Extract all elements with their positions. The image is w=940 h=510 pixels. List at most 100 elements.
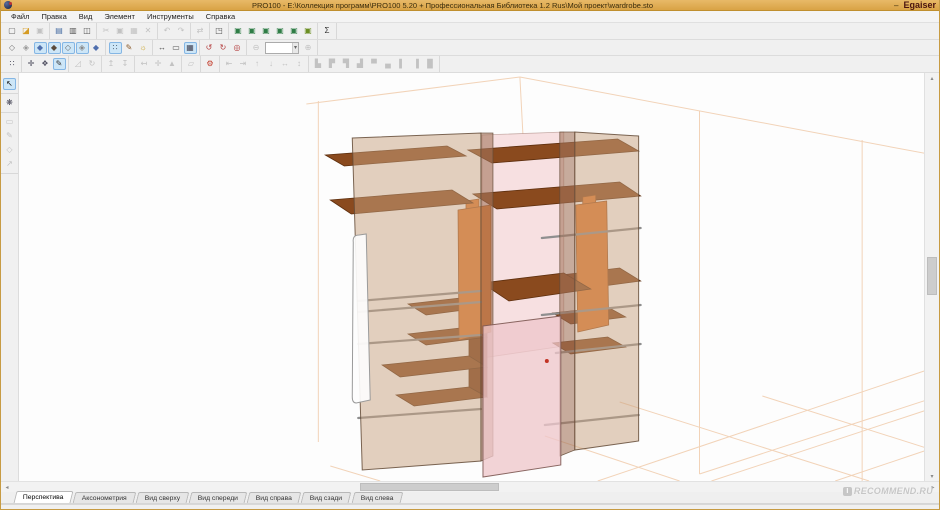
dist-3-button[interactable]: ▜	[340, 58, 353, 70]
tab-front[interactable]: Вид спереди	[189, 492, 248, 503]
minimize-button[interactable]: –	[894, 2, 898, 9]
menu-tools[interactable]: Инструменты	[141, 12, 200, 21]
menu-help[interactable]: Справка	[200, 12, 241, 21]
horizontal-scroll-thumb[interactable]	[360, 483, 499, 491]
dist-8-button[interactable]: ▐	[410, 58, 423, 70]
antialiasing-button[interactable]: ∷	[109, 42, 122, 54]
vertical-scroll-thumb[interactable]	[927, 257, 937, 296]
dist-4-button[interactable]: ▟	[354, 58, 367, 70]
new-file-button[interactable]: ▢	[6, 25, 19, 37]
zoom-out-button[interactable]: ⊖	[250, 42, 263, 54]
center-v-button[interactable]: ↕	[293, 58, 306, 70]
tab-perspective[interactable]: Перспектива	[14, 491, 74, 503]
dist-6-button[interactable]: ▄	[382, 58, 395, 70]
rotate-element-button[interactable]: ↻	[86, 58, 99, 70]
dist-1-button[interactable]: ▙	[312, 58, 325, 70]
scroll-down-arrow-icon[interactable]: ▾	[925, 471, 939, 481]
horizontal-scrollbar[interactable]: ◂ ▸	[1, 481, 939, 492]
view-shelf-button[interactable]: ▣	[260, 25, 273, 37]
zoom-combo[interactable]: ▾	[265, 42, 299, 54]
pin-button[interactable]: ✛	[25, 58, 38, 70]
rotate-left-button[interactable]: ↺	[203, 42, 216, 54]
view-monitor-button[interactable]: ▣	[288, 25, 301, 37]
move-down-button[interactable]: ↧	[119, 58, 132, 70]
tab-right[interactable]: Вид справа	[247, 492, 302, 503]
view-sketch-button[interactable]: ◈	[20, 42, 33, 54]
zoom-in-button[interactable]: ⊕	[302, 42, 315, 54]
view-wide-button[interactable]: ▣	[274, 25, 287, 37]
dist-7-button[interactable]: ▌	[396, 58, 409, 70]
paste-special-button[interactable]: ⇄	[194, 25, 207, 37]
align-bottom-button[interactable]: ↓	[265, 58, 278, 70]
path-tool-button[interactable]: ↗	[3, 158, 16, 170]
redo-button[interactable]: ↷	[175, 25, 188, 37]
menu-view[interactable]: Вид	[73, 12, 99, 21]
view-contours-button[interactable]: ◇	[62, 42, 75, 54]
snap-grid-button[interactable]: ∷	[6, 58, 19, 70]
grid-button[interactable]: ▦	[184, 42, 197, 54]
view-report-button[interactable]: ▣	[302, 25, 315, 37]
print-button[interactable]: ▥	[67, 25, 80, 37]
view-wireframe-button[interactable]: ◇	[6, 42, 19, 54]
move-front-button[interactable]: ▲	[166, 58, 179, 70]
dropdown-arrow-icon[interactable]: ▾	[292, 43, 298, 53]
copy-button[interactable]: ▣	[114, 25, 127, 37]
align-left-button[interactable]: ⇤	[223, 58, 236, 70]
vertical-scrollbar[interactable]: ▴ ▾	[924, 73, 939, 481]
pencil-button[interactable]: ✎	[53, 58, 66, 70]
light-button[interactable]: ☼	[137, 42, 150, 54]
view-colors-button[interactable]: ◆	[34, 42, 47, 54]
tab-back[interactable]: Вид сзади	[301, 492, 352, 503]
view-cabinet-button[interactable]: ▣	[246, 25, 259, 37]
scroll-up-arrow-icon[interactable]: ▴	[925, 73, 939, 83]
view-shadows-button[interactable]: ◆	[90, 42, 103, 54]
center-view-button[interactable]: ◎	[231, 42, 244, 54]
paste-button[interactable]: ▦	[128, 25, 141, 37]
cut-button[interactable]: ✂	[100, 25, 113, 37]
rotate-right-button[interactable]: ↻	[217, 42, 230, 54]
dist-9-button[interactable]: █	[424, 58, 437, 70]
tab-axonometry[interactable]: Аксонометрия	[72, 492, 136, 503]
save-file-button[interactable]: ▣	[34, 25, 47, 37]
align-right-button[interactable]: ⇥	[237, 58, 250, 70]
move-back-button[interactable]: ↤	[138, 58, 151, 70]
open-file-button[interactable]: ◪	[20, 25, 33, 37]
path-tool-icon: ↗	[6, 160, 13, 168]
hand-button[interactable]: ❖	[39, 58, 52, 70]
view-textures-button[interactable]: ◆	[48, 42, 61, 54]
undo-button[interactable]: ↶	[161, 25, 174, 37]
select-tool-button[interactable]: ↖	[3, 78, 16, 90]
dist-5-button[interactable]: ▀	[368, 58, 381, 70]
price-list-button[interactable]: Σ	[321, 25, 334, 37]
align-top-button[interactable]: ↑	[251, 58, 264, 70]
view-project-button[interactable]: ▣	[232, 25, 245, 37]
move-any-button[interactable]: ✛	[152, 58, 165, 70]
tab-label: Вид спереди	[198, 495, 238, 502]
3d-viewport[interactable]	[19, 73, 924, 481]
edit-tool-button[interactable]: ✎	[3, 130, 16, 142]
measure-tool-button[interactable]: ◇	[3, 144, 16, 156]
move-up-button[interactable]: ↥	[105, 58, 118, 70]
scroll-left-arrow-icon[interactable]: ◂	[1, 482, 13, 492]
menu-edit[interactable]: Правка	[35, 12, 72, 21]
dist-2-button[interactable]: ▛	[326, 58, 339, 70]
shape-tool-button[interactable]: ▭	[3, 116, 16, 128]
dimensions-button[interactable]: ↔	[156, 42, 169, 54]
edit-points-button[interactable]: ▱	[185, 58, 198, 70]
print-preview-button[interactable]: ◫	[81, 25, 94, 37]
menu-file[interactable]: Файл	[5, 12, 35, 21]
menu-element[interactable]: Элемент	[98, 12, 141, 21]
tab-left[interactable]: Вид слева	[351, 492, 402, 503]
new-window-button[interactable]: ◳	[213, 25, 226, 37]
properties-button[interactable]: ▤	[53, 25, 66, 37]
center-h-button[interactable]: ↔	[279, 58, 292, 70]
resize-button[interactable]: ◿	[72, 58, 85, 70]
tab-top[interactable]: Вид сверху	[135, 492, 189, 503]
delete-button[interactable]: ✕	[142, 25, 155, 37]
paint-brush-button[interactable]: ✎	[123, 42, 136, 54]
settings-button[interactable]: ⚙	[204, 58, 217, 70]
horizontal-scroll-track[interactable]	[13, 482, 927, 492]
material-tool-button[interactable]: ❋	[3, 97, 16, 109]
ruler-button[interactable]: ▭	[170, 42, 183, 54]
view-shading-button[interactable]: ◈	[76, 42, 89, 54]
